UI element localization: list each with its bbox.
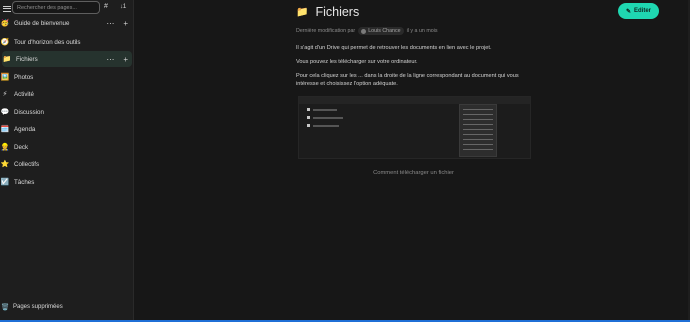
hash-button[interactable]: #: [104, 3, 108, 10]
meta-time: il y a un mois: [406, 28, 438, 34]
compass-icon: 🧭: [0, 39, 10, 46]
sidebar-item-fichiers[interactable]: 📁 Fichiers ⋯ +: [2, 51, 132, 67]
sidebar-item-label: Tâches: [14, 178, 35, 186]
sidebar: # ↓1 🥳 Guide de bienvenue ⋯ + 🧭 Tour d'h…: [0, 0, 134, 322]
last-modified: Dernière modification par Louis Chance i…: [296, 27, 438, 35]
add-icon[interactable]: +: [123, 55, 128, 64]
more-icon[interactable]: ⋯: [106, 55, 114, 64]
sidebar-item-label: Deck: [14, 143, 29, 151]
worker-icon: 👷: [0, 144, 10, 151]
trash-icon: 🗑️: [0, 304, 10, 311]
paragraph: Vous pouvez les télécharger sur votre or…: [296, 59, 418, 65]
sidebar-item-photos[interactable]: 🖼️ Photos: [0, 69, 132, 85]
collective-label: Guide de bienvenue: [14, 19, 70, 27]
paragraph: Il s'agit d'un Drive qui permet de retro…: [296, 45, 492, 51]
sidebar-item-agenda[interactable]: 🗓️ Agenda: [0, 121, 132, 137]
main-content: 📁 Fichiers ✎ Editer Dernière modificatio…: [134, 0, 690, 322]
avatar: [361, 28, 367, 34]
sidebar-item-label: Agenda: [14, 125, 36, 133]
edit-button[interactable]: ✎ Editer: [618, 3, 659, 19]
speech-bubble-icon: 💬: [0, 109, 10, 116]
item-actions: ⋯ +: [106, 55, 128, 64]
lightning-icon: ⚡: [2, 91, 8, 98]
checkbox-icon: ☑️: [0, 179, 10, 186]
sidebar-item-label: Photos: [14, 73, 34, 81]
trash-link[interactable]: 🗑️ Pages supprimées: [0, 300, 63, 314]
pencil-icon: ✎: [625, 8, 631, 15]
page-title: Fichiers: [315, 5, 360, 19]
calendar-icon: 🗓️: [0, 126, 10, 133]
sidebar-item-discussion[interactable]: 💬 Discussion: [0, 104, 132, 120]
collective-actions: ⋯ +: [106, 19, 128, 28]
image-caption: Comment télécharger un fichier: [373, 170, 454, 176]
trash-label: Pages supprimées: [13, 304, 63, 310]
edit-label: Editer: [634, 8, 652, 14]
star-icon: ⭐: [0, 161, 10, 168]
add-icon[interactable]: +: [123, 19, 128, 28]
paragraph: Pour cela cliquez sur les ... dans la dr…: [296, 73, 519, 87]
meta-prefix: Dernière modification par: [296, 28, 356, 34]
page-header: 📁 Fichiers: [296, 5, 359, 19]
sidebar-item-label: Activité: [14, 90, 34, 98]
sidebar-item-collectifs[interactable]: ⭐ Collectifs: [0, 156, 132, 172]
party-icon: 🥳: [0, 20, 10, 27]
collective-title[interactable]: 🥳 Guide de bienvenue ⋯ +: [0, 15, 132, 31]
sort-button[interactable]: ↓1: [120, 3, 126, 10]
sidebar-item-label: Tour d'horizon des outils: [14, 38, 81, 46]
folder-icon: 📁: [2, 56, 12, 63]
sidebar-item-label: Fichiers: [16, 55, 38, 63]
folder-icon: 📁: [296, 6, 309, 18]
sidebar-item-activite[interactable]: ⚡ Activité: [0, 86, 132, 102]
picture-icon: 🖼️: [0, 74, 10, 81]
sidebar-item-tour[interactable]: 🧭 Tour d'horizon des outils: [0, 34, 132, 50]
author-name: Louis Chance: [368, 28, 401, 34]
more-icon[interactable]: ⋯: [106, 19, 114, 28]
sidebar-item-label: Discussion: [14, 108, 44, 116]
search-input[interactable]: [12, 1, 100, 14]
sidebar-item-taches[interactable]: ☑️ Tâches: [0, 174, 132, 190]
sidebar-item-label: Collectifs: [14, 160, 40, 168]
sidebar-item-deck[interactable]: 👷 Deck: [0, 139, 132, 155]
embedded-screenshot-image: [298, 96, 531, 159]
author-chip[interactable]: Louis Chance: [358, 27, 404, 35]
